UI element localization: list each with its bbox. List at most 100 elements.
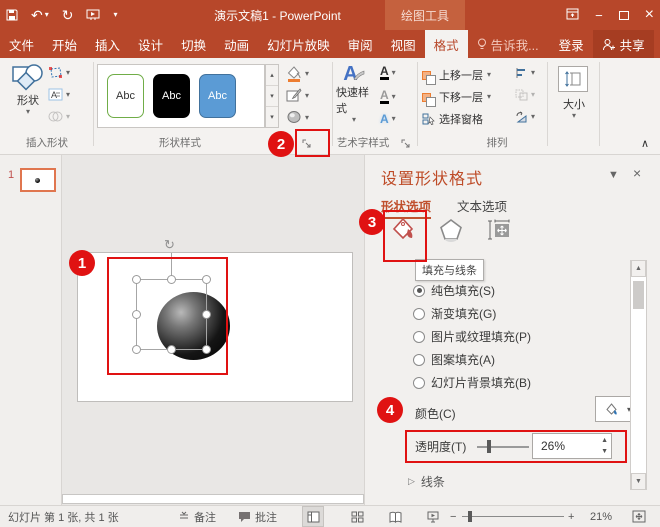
group-objects-button: ▾ bbox=[515, 89, 535, 101]
tab-view[interactable]: 视图 bbox=[382, 30, 425, 58]
redo-button[interactable]: ↻ bbox=[62, 7, 74, 24]
pane-scrollbar[interactable]: ▲ ▼ bbox=[630, 260, 647, 490]
chevron-down-icon: ▾ bbox=[66, 91, 70, 99]
chevron-down-icon: ▾ bbox=[531, 91, 535, 99]
zoom-out-button[interactable]: − bbox=[450, 506, 456, 527]
zoom-slider-handle[interactable] bbox=[468, 511, 472, 522]
pane-options-button[interactable]: ▼ bbox=[608, 169, 619, 181]
chevron-down-icon: ▾ bbox=[487, 93, 491, 101]
horizontal-scrollbar[interactable] bbox=[62, 494, 364, 504]
shape-style-thumb-3[interactable]: Abc bbox=[199, 74, 236, 118]
zoom-slider-track[interactable] bbox=[462, 516, 564, 517]
svg-text:A: A bbox=[51, 90, 57, 100]
fill-option-pattern[interactable]: 图案填充(A) bbox=[413, 351, 495, 368]
shape-style-thumb-1[interactable]: Abc bbox=[107, 74, 144, 118]
wordart-styles-dialog-launcher[interactable] bbox=[399, 137, 413, 151]
titlebar: ↶▾ ↻ ▾ 演示文稿1 - PowerPoint 绘图工具 − × bbox=[0, 0, 660, 30]
expand-right-icon: ▷ bbox=[408, 476, 415, 487]
gallery-more-button[interactable]: ▾ bbox=[266, 107, 278, 127]
slide-thumbnail-number: 1 bbox=[8, 169, 14, 181]
fit-to-window-icon bbox=[632, 510, 646, 523]
fill-option-picture[interactable]: 图片或纹理填充(P) bbox=[413, 328, 531, 345]
slide-thumbnail[interactable] bbox=[20, 168, 56, 192]
tab-insert[interactable]: 插入 bbox=[86, 30, 129, 58]
normal-view-button[interactable] bbox=[302, 506, 324, 527]
pane-close-button[interactable]: × bbox=[633, 165, 641, 181]
shape-fill-button[interactable]: ▾ bbox=[286, 66, 309, 82]
start-slideshow-button[interactable] bbox=[86, 9, 100, 21]
size-button-icon-box[interactable] bbox=[558, 66, 588, 92]
rotate-objects-button[interactable]: ▾ bbox=[515, 111, 535, 123]
fill-option-gradient[interactable]: 渐变填充(G) bbox=[413, 305, 496, 322]
bring-forward-button[interactable]: 上移一层 ▾ bbox=[422, 67, 491, 83]
paint-bucket-icon bbox=[604, 402, 619, 417]
tab-review[interactable]: 审阅 bbox=[339, 30, 382, 58]
comments-button[interactable]: 批注 bbox=[238, 506, 277, 527]
fit-to-window-button[interactable] bbox=[632, 506, 646, 527]
ribbon-display-options-button[interactable] bbox=[566, 8, 579, 23]
chevron-down-icon: ▾ bbox=[305, 92, 309, 100]
group-label-shape-styles: 形状样式 bbox=[130, 135, 230, 150]
sign-in-button[interactable]: 登录 bbox=[550, 30, 593, 58]
tab-design[interactable]: 设计 bbox=[129, 30, 172, 58]
context-tab-group-drawing-tools[interactable]: 绘图工具 bbox=[385, 0, 465, 30]
close-button[interactable]: × bbox=[645, 6, 654, 24]
tab-file[interactable]: 文件 bbox=[0, 30, 43, 58]
tab-home[interactable]: 开始 bbox=[43, 30, 86, 58]
effects-icon[interactable] bbox=[438, 217, 464, 243]
shapes-button[interactable]: 形状 ▾ bbox=[8, 64, 48, 116]
selection-pane-label: 选择窗格 bbox=[439, 111, 483, 127]
tell-me-box[interactable]: 告诉我... bbox=[468, 30, 548, 58]
undo-button[interactable]: ↶▾ bbox=[31, 7, 49, 24]
minimize-button[interactable]: − bbox=[595, 8, 603, 23]
tab-text-options[interactable]: 文本选项 bbox=[457, 196, 507, 215]
chevron-down-icon: ▾ bbox=[66, 69, 70, 77]
notes-label: 备注 bbox=[194, 509, 216, 525]
slideshow-view-button[interactable] bbox=[422, 506, 444, 527]
text-outline-button[interactable]: A ▾ bbox=[380, 89, 396, 104]
size-properties-icon[interactable] bbox=[486, 217, 512, 243]
text-fill-button[interactable]: A ▾ bbox=[380, 65, 396, 80]
scroll-up-button[interactable]: ▲ bbox=[631, 260, 646, 277]
shape-effects-button[interactable]: ▾ bbox=[286, 110, 309, 125]
gallery-scroll-down-button[interactable]: ▾ bbox=[266, 86, 278, 107]
slide-sorter-icon bbox=[351, 511, 364, 523]
tab-animations[interactable]: 动画 bbox=[215, 30, 258, 58]
gallery-scroll-up-button[interactable]: ▴ bbox=[266, 65, 278, 86]
tab-slideshow[interactable]: 幻灯片放映 bbox=[258, 30, 339, 58]
line-section-header[interactable]: ▷ 线条 bbox=[408, 473, 445, 490]
selection-pane-button[interactable]: 选择窗格 bbox=[422, 111, 483, 127]
tab-format[interactable]: 格式 bbox=[425, 30, 468, 58]
fill-option-solid[interactable]: 纯色填充(S) bbox=[413, 282, 495, 299]
tell-me-label: 告诉我... bbox=[491, 35, 539, 54]
shape-style-thumb-2[interactable]: Abc bbox=[153, 74, 190, 118]
shape-outline-button[interactable]: ▾ bbox=[286, 88, 309, 103]
tab-transitions[interactable]: 切换 bbox=[172, 30, 215, 58]
size-button[interactable]: 大小 ▾ bbox=[556, 96, 592, 120]
text-effects-button[interactable]: A ▾ bbox=[380, 113, 396, 125]
customize-qat-button[interactable]: ▾ bbox=[113, 11, 117, 19]
save-icon[interactable] bbox=[6, 9, 18, 21]
send-backward-button[interactable]: 下移一层 ▾ bbox=[422, 89, 491, 105]
zoom-level[interactable]: 21% bbox=[590, 506, 612, 527]
powerpoint-window: ↶▾ ↻ ▾ 演示文稿1 - PowerPoint 绘图工具 − × 文件 开始… bbox=[0, 0, 660, 527]
rotate-handle-icon[interactable]: ↻ bbox=[164, 237, 175, 253]
align-button[interactable]: ▾ bbox=[515, 67, 535, 79]
chevron-down-icon: ▾ bbox=[531, 113, 535, 121]
zoom-in-button[interactable]: + bbox=[568, 506, 574, 527]
collapse-ribbon-button[interactable]: ∧ bbox=[638, 136, 652, 150]
scrollbar-thumb[interactable] bbox=[633, 281, 644, 309]
maximize-button[interactable] bbox=[619, 8, 629, 23]
scroll-down-button[interactable]: ▼ bbox=[631, 473, 646, 490]
quick-styles-button[interactable]: A 快速样式 ▾ bbox=[336, 64, 372, 124]
dialog-launcher-icon bbox=[401, 139, 411, 149]
slide-counter[interactable]: 幻灯片 第 1 张, 共 1 张 bbox=[8, 506, 119, 527]
edit-shape-button[interactable]: ▾ bbox=[48, 66, 70, 79]
reading-view-button[interactable] bbox=[384, 506, 406, 527]
slide-sorter-view-button[interactable] bbox=[346, 506, 368, 527]
fill-option-slide-background[interactable]: 幻灯片背景填充(B) bbox=[413, 374, 531, 391]
share-button[interactable]: 共享 bbox=[593, 30, 654, 58]
annotation-rect-shape bbox=[107, 257, 228, 375]
notes-button[interactable]: 备注 bbox=[178, 506, 216, 527]
text-box-button[interactable]: A ▾ bbox=[48, 88, 70, 101]
